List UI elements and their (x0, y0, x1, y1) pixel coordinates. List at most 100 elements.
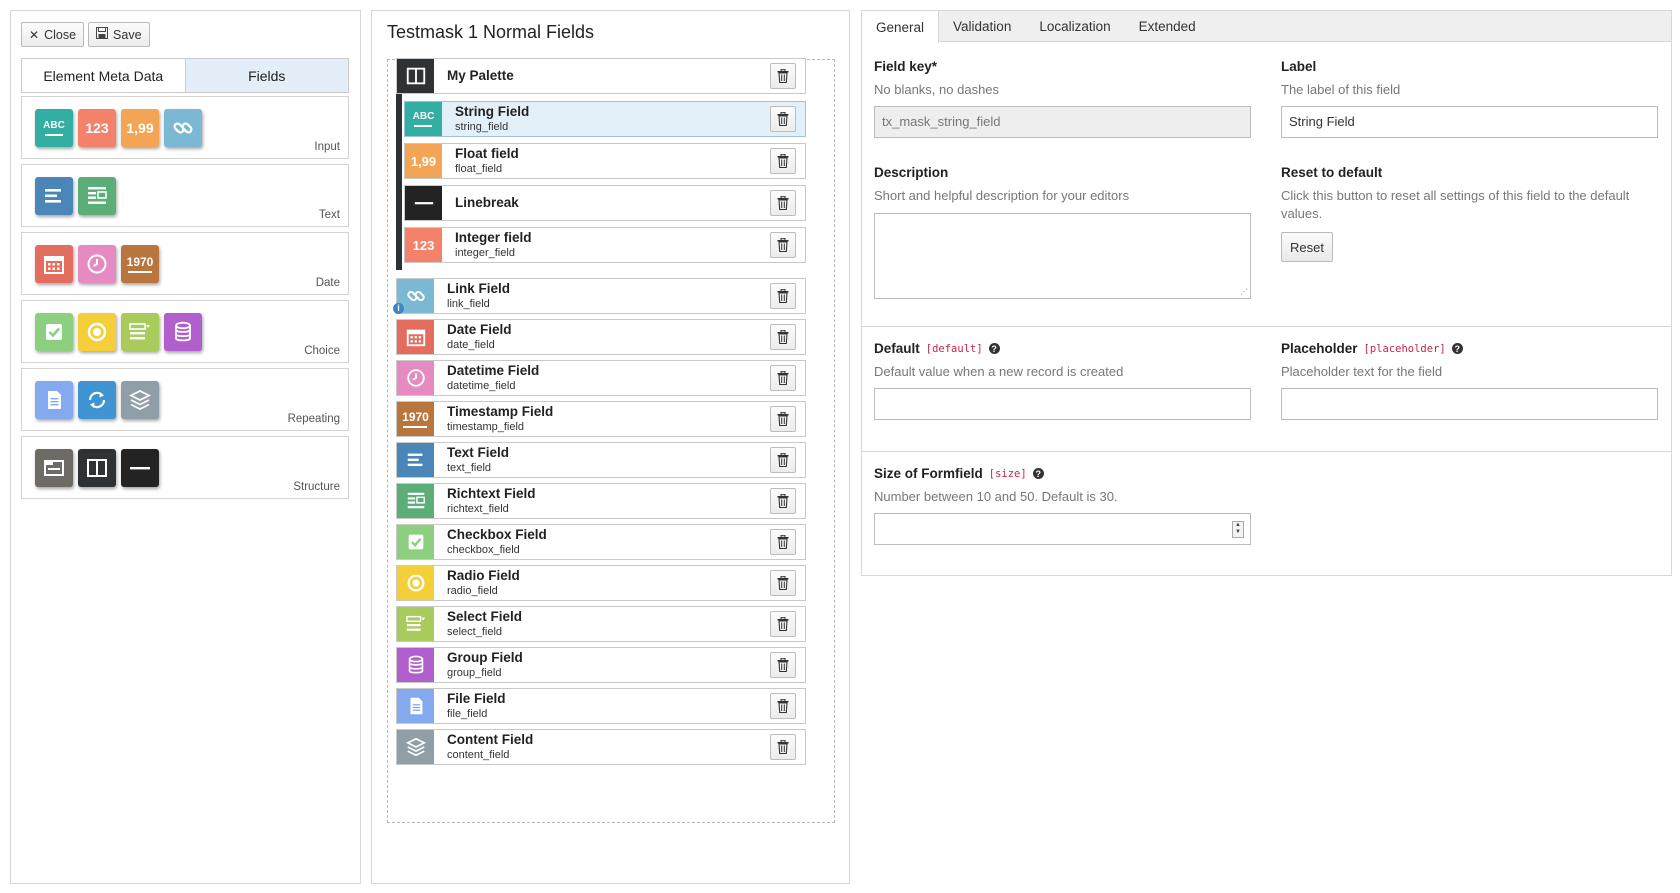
field-row[interactable]: Group Field group_field (396, 647, 806, 683)
size-group: Size of Formfield [size] ? Number betwee… (874, 466, 1251, 546)
trash-icon (777, 154, 789, 168)
tab-validation[interactable]: Validation (939, 11, 1025, 42)
field-group-icons: 1970 (35, 245, 159, 283)
select-icon[interactable] (121, 313, 159, 351)
toolbar: ✕ Close Save (21, 22, 150, 47)
checkbox-icon[interactable] (35, 313, 73, 351)
field-row[interactable]: Content Field content_field (396, 729, 806, 765)
timestamp-icon[interactable]: 1970 (121, 245, 159, 283)
string-icon[interactable]: ABC (35, 109, 73, 147)
field-row[interactable]: 123 Integer field integer_field (404, 227, 806, 263)
field-row[interactable]: Link Field link_field (396, 278, 806, 314)
field-title: Float field (455, 146, 519, 162)
settings-tabs: General Validation Localization Extended (862, 11, 1671, 43)
help-icon[interactable]: ? (1451, 343, 1463, 354)
palette-bar (396, 91, 402, 270)
field-row[interactable]: 1970 Timestamp Field timestamp_field (396, 401, 806, 437)
field-row[interactable]: Linebreak (404, 185, 806, 221)
delete-button[interactable] (770, 406, 796, 432)
delete-button[interactable] (770, 106, 796, 132)
number-spinner[interactable]: ▲ ▼ (1232, 521, 1244, 539)
field-group-choice: Choice (21, 300, 349, 363)
delete-button[interactable] (770, 570, 796, 596)
field-row[interactable]: Richtext Field richtext_field (396, 483, 806, 519)
tab-icon[interactable] (35, 449, 73, 487)
tab-fields[interactable]: Fields (184, 59, 348, 92)
field-row[interactable]: File Field file_field (396, 688, 806, 724)
placeholder-input[interactable] (1281, 388, 1658, 421)
field-group-input: ABC 123 1,99 Input (21, 96, 349, 159)
label-input[interactable]: String Field (1281, 106, 1658, 139)
placeholder-label-row: Placeholder [placeholder] ? (1281, 341, 1658, 356)
palette-icon (397, 59, 434, 93)
reset-button[interactable]: Reset (1281, 232, 1333, 263)
palette-icon[interactable] (78, 449, 116, 487)
delete-button[interactable] (770, 283, 796, 309)
help-icon[interactable]: ? (988, 343, 1000, 354)
delete-button[interactable] (770, 652, 796, 678)
trash-icon (777, 371, 789, 385)
field-row-text: Richtext Field richtext_field (447, 486, 536, 515)
richtext-icon[interactable] (78, 177, 116, 215)
field-row[interactable]: Datetime Field datetime_field (396, 360, 806, 396)
delete-button[interactable] (770, 365, 796, 391)
delete-button[interactable] (770, 611, 796, 637)
link-icon[interactable] (164, 109, 202, 147)
field-row[interactable]: ABC String Field string_field (404, 101, 806, 137)
field-row[interactable]: Text Field text_field (396, 442, 806, 478)
linebreak-icon[interactable] (121, 449, 159, 487)
field-row-text: Timestamp Field timestamp_field (447, 404, 553, 433)
placeholder-group: Placeholder [placeholder] ? Placeholder … (1281, 341, 1658, 421)
field-row[interactable]: Radio Field radio_field (396, 565, 806, 601)
default-input[interactable] (874, 388, 1251, 421)
close-button[interactable]: ✕ Close (21, 22, 85, 47)
field-row[interactable]: Select Field select_field (396, 606, 806, 642)
delete-button[interactable] (770, 693, 796, 719)
file-icon[interactable] (35, 381, 73, 419)
group-icon[interactable] (164, 313, 202, 351)
delete-button[interactable] (770, 148, 796, 174)
description-textarea[interactable]: ⋰ (874, 213, 1251, 300)
field-key-input[interactable]: tx_mask_string_field (874, 106, 1251, 139)
text-icon[interactable] (35, 177, 73, 215)
tab-element-meta-data[interactable]: Element Meta Data (22, 59, 185, 92)
field-row[interactable]: Checkbox Field checkbox_field (396, 524, 806, 560)
datetime-icon[interactable] (78, 245, 116, 283)
field-row[interactable]: Date Field date_field (396, 319, 806, 355)
trash-icon (777, 412, 789, 426)
delete-button[interactable] (770, 63, 796, 89)
delete-button[interactable] (770, 447, 796, 473)
tab-localization[interactable]: Localization (1025, 11, 1124, 42)
delete-button[interactable] (770, 232, 796, 258)
field-title: Date Field (447, 322, 512, 338)
delete-button[interactable] (770, 488, 796, 514)
delete-button[interactable] (770, 529, 796, 555)
trash-icon (777, 112, 789, 126)
radio-icon[interactable] (78, 313, 116, 351)
description-help: Short and helpful description for your e… (874, 188, 1130, 203)
date-icon[interactable] (35, 245, 73, 283)
palette-row[interactable]: My Palette (396, 58, 806, 94)
inline-icon[interactable] (78, 381, 116, 419)
field-row[interactable]: 1,99 Float field float_field (404, 143, 806, 179)
label-group: Label The label of this field String Fie… (1281, 59, 1658, 139)
field-group-label: Choice (304, 345, 340, 357)
float-icon[interactable]: 1,99 (121, 109, 159, 147)
help-icon[interactable]: ? (1032, 468, 1044, 479)
content-icon[interactable] (121, 381, 159, 419)
delete-button[interactable] (770, 324, 796, 350)
label-description: The label of this field (1281, 82, 1401, 97)
tab-general[interactable]: General (862, 11, 940, 43)
delete-button[interactable] (770, 734, 796, 760)
delete-button[interactable] (770, 190, 796, 216)
save-button[interactable]: Save (88, 22, 150, 47)
size-input[interactable]: ▲ ▼ (874, 513, 1251, 546)
field-row-text: File Field file_field (447, 691, 506, 720)
field-group-label: Structure (293, 481, 340, 493)
reset-description: Click this button to reset all settings … (1281, 188, 1630, 222)
tab-extended[interactable]: Extended (1125, 11, 1210, 42)
field-group-icons (35, 381, 159, 419)
resize-grip-icon[interactable]: ⋰ (1240, 287, 1248, 296)
trash-icon (777, 330, 789, 344)
integer-icon[interactable]: 123 (78, 109, 116, 147)
